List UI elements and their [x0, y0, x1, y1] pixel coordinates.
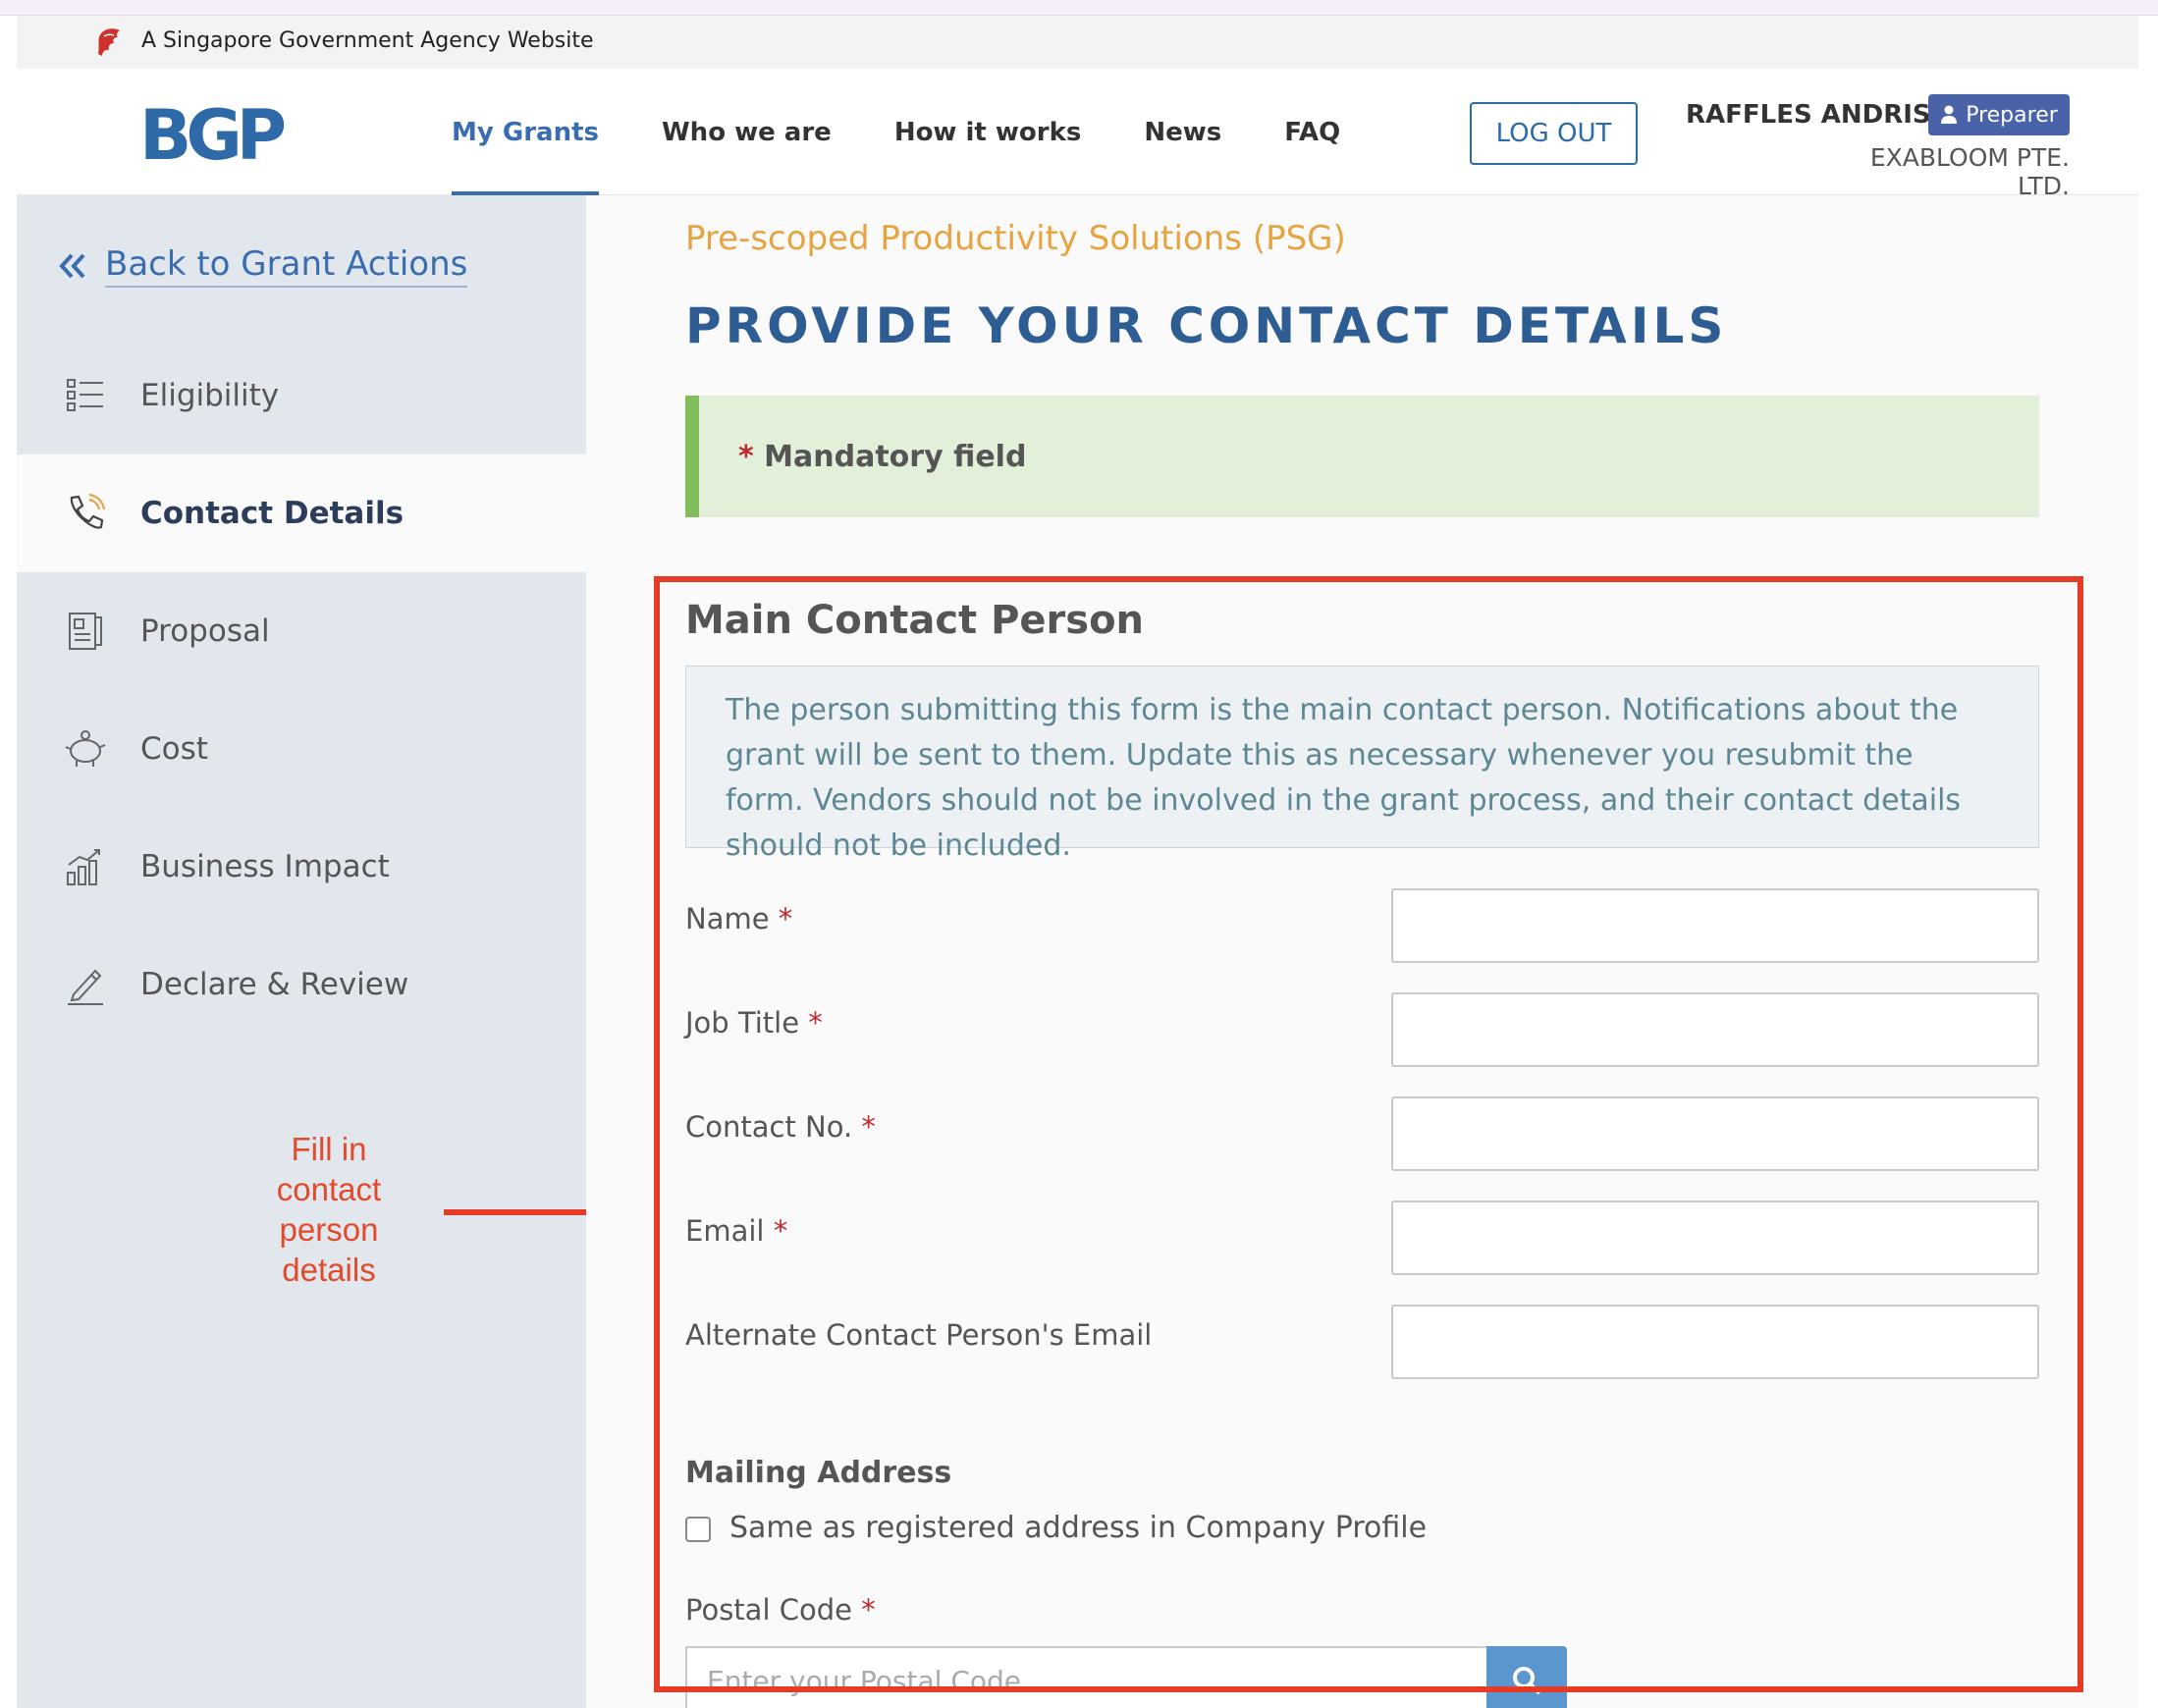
- email-label: Email *: [685, 1214, 787, 1248]
- info-box: The person submitting this form is the m…: [685, 666, 2039, 863]
- name-label: Name *: [685, 902, 792, 935]
- mandatory-notice-label: Mandatory field: [764, 439, 1027, 474]
- back-to-grant-actions-link[interactable]: Back to Grant Actions: [58, 244, 468, 288]
- nav-faq[interactable]: FAQ: [1284, 69, 1340, 195]
- list-icon: [67, 379, 103, 411]
- email-label-text: Email: [685, 1214, 765, 1248]
- main-content: Pre-scoped Productivity Solutions (PSG) …: [586, 195, 2138, 1708]
- same-address-label[interactable]: Same as registered address in Company Pr…: [729, 1511, 1427, 1545]
- required-asterisk: *: [861, 1110, 876, 1144]
- sidebar: Back to Grant Actions Eligibility Contac…: [17, 195, 586, 1708]
- document-icon: [69, 613, 102, 650]
- alternate-email-input[interactable]: [1391, 1305, 2039, 1379]
- same-address-checkbox[interactable]: [685, 1517, 711, 1542]
- main-nav: My Grants Who we are How it works News F…: [452, 69, 1403, 195]
- singapore-lion-icon: [98, 28, 120, 56]
- required-asterisk: *: [808, 1006, 823, 1040]
- sidebar-item-contact-details[interactable]: Contact Details: [17, 454, 586, 572]
- job-title-input[interactable]: [1391, 992, 2039, 1067]
- section-title: Main Contact Person: [685, 598, 1145, 643]
- mandatory-notice: * Mandatory field: [685, 396, 2039, 517]
- phone-icon: [70, 493, 106, 529]
- user-icon: [1941, 105, 1958, 124]
- nav-my-grants[interactable]: My Grants: [452, 69, 599, 195]
- gov-masthead: A Singapore Government Agency Website: [17, 16, 2138, 69]
- site-header: BGP My Grants Who we are How it works Ne…: [17, 69, 2138, 200]
- pen-icon: [68, 969, 103, 1005]
- double-chevron-left-icon: [59, 253, 85, 279]
- bgp-logo[interactable]: BGP: [139, 98, 287, 173]
- email-input[interactable]: [1391, 1201, 2039, 1275]
- contact-no-label: Contact No. *: [685, 1110, 876, 1144]
- page-margin-left: [0, 16, 17, 1708]
- job-title-label: Job Title *: [685, 1006, 823, 1040]
- gov-masthead-text: A Singapore Government Agency Website: [141, 28, 594, 53]
- name-input[interactable]: [1391, 888, 2039, 963]
- role-badge: Preparer: [1928, 94, 2070, 135]
- required-asterisk: *: [778, 902, 793, 935]
- search-icon: [1513, 1667, 1541, 1695]
- nav-how-it-works[interactable]: How it works: [894, 69, 1082, 195]
- page-margin-right: [2138, 16, 2158, 1708]
- required-asterisk: *: [773, 1214, 788, 1248]
- sidebar-item-label: Declare & Review: [140, 967, 409, 1002]
- sidebar-item-cost[interactable]: Cost: [17, 690, 586, 808]
- company-name: EXABLOOM PTE. LTD.: [1869, 143, 2070, 200]
- contact-no-input[interactable]: [1391, 1096, 2039, 1171]
- sidebar-item-label: Business Impact: [140, 849, 390, 884]
- sidebar-item-proposal[interactable]: Proposal: [17, 572, 586, 690]
- sidebar-item-business-impact[interactable]: Business Impact: [17, 808, 586, 926]
- alternate-email-label: Alternate Contact Person's Email: [685, 1318, 1153, 1352]
- nav-news[interactable]: News: [1144, 69, 1221, 195]
- page-title: PROVIDE YOUR CONTACT DETAILS: [685, 297, 1728, 354]
- role-label: Preparer: [1966, 102, 2058, 128]
- sidebar-item-label: Eligibility: [140, 378, 280, 413]
- annotation-text: Fill in contact person details: [276, 1131, 382, 1288]
- name-label-text: Name: [685, 902, 770, 935]
- sidebar-item-label: Proposal: [140, 614, 270, 649]
- mailing-address-heading: Mailing Address: [685, 1456, 952, 1490]
- job-title-label-text: Job Title: [685, 1006, 800, 1040]
- browser-top-strip: [0, 0, 2158, 16]
- sidebar-item-label: Cost: [140, 731, 208, 767]
- bar-chart-icon: [67, 849, 100, 885]
- piggy-bank-icon: [65, 730, 106, 767]
- logout-button[interactable]: LOG OUT: [1470, 102, 1638, 165]
- program-name: Pre-scoped Productivity Solutions (PSG): [685, 219, 1346, 258]
- sidebar-item-label: Contact Details: [140, 496, 405, 531]
- postal-search-button[interactable]: [1486, 1646, 1567, 1708]
- sidebar-item-eligibility[interactable]: Eligibility: [17, 337, 586, 454]
- postal-code-label-text: Postal Code: [685, 1593, 852, 1627]
- required-asterisk: *: [738, 439, 754, 474]
- back-link-label: Back to Grant Actions: [105, 244, 468, 288]
- nav-who-we-are[interactable]: Who we are: [662, 69, 832, 195]
- sidebar-item-declare-review[interactable]: Declare & Review: [17, 926, 586, 1043]
- required-asterisk: *: [861, 1593, 876, 1627]
- postal-code-label: Postal Code *: [685, 1593, 876, 1627]
- postal-code-input[interactable]: Enter your Postal Code: [685, 1646, 1489, 1708]
- contact-no-label-text: Contact No.: [685, 1110, 853, 1144]
